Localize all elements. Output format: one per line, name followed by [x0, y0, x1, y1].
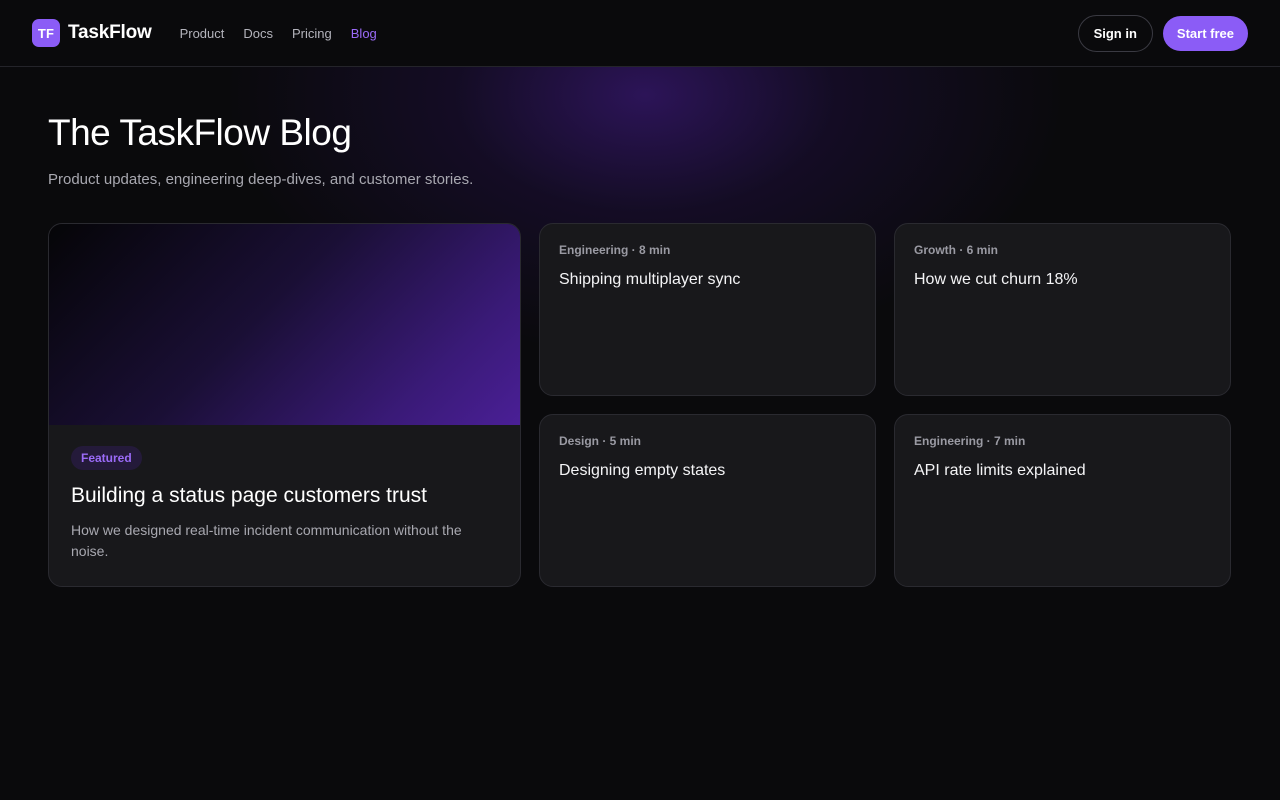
post-card[interactable]: Engineering · 8 min Shipping multiplayer…: [539, 223, 876, 396]
nav-pricing[interactable]: Pricing: [292, 26, 332, 41]
brand-logo[interactable]: TF TaskFlow: [32, 19, 152, 47]
post-card[interactable]: Design · 5 min Designing empty states: [539, 414, 876, 587]
main-nav: Product Docs Pricing Blog: [180, 26, 377, 41]
start-free-button[interactable]: Start free: [1162, 15, 1248, 51]
post-meta: Engineering · 7 min: [914, 434, 1026, 448]
nav-product[interactable]: Product: [180, 26, 225, 41]
sign-in-button[interactable]: Sign in: [1077, 14, 1153, 52]
post-title: Designing empty states: [559, 462, 726, 479]
featured-post-image: [49, 224, 520, 425]
post-meta: Engineering · 8 min: [559, 243, 671, 257]
post-title: API rate limits explained: [914, 462, 1086, 479]
nav-docs[interactable]: Docs: [243, 26, 273, 41]
featured-post-title: Building a status page customers trust: [71, 484, 428, 507]
post-meta: Growth · 6 min: [914, 243, 998, 257]
post-meta: Design · 5 min: [559, 434, 642, 448]
site-header: TF TaskFlow Product Docs Pricing Blog Si…: [0, 0, 1280, 67]
featured-post-card[interactable]: Featured Building a status page customer…: [48, 223, 521, 587]
logo-mark: TF: [32, 19, 60, 47]
header-actions: Sign in Start free: [1077, 14, 1248, 52]
nav-blog[interactable]: Blog: [351, 26, 377, 41]
post-card[interactable]: Engineering · 7 min API rate limits expl…: [894, 414, 1231, 587]
page-title: The TaskFlow Blog: [48, 112, 352, 153]
brand-name: TaskFlow: [68, 22, 152, 43]
page-subtitle: Product updates, engineering deep-dives,…: [48, 171, 474, 188]
post-card[interactable]: Growth · 6 min How we cut churn 18%: [894, 223, 1231, 396]
post-title: Shipping multiplayer sync: [559, 271, 741, 288]
featured-badge: Featured: [71, 446, 142, 470]
post-title: How we cut churn 18%: [914, 271, 1078, 288]
featured-post-excerpt: How we designed real-time incident commu…: [71, 522, 462, 559]
featured-post-body: Featured Building a status page customer…: [49, 425, 520, 562]
